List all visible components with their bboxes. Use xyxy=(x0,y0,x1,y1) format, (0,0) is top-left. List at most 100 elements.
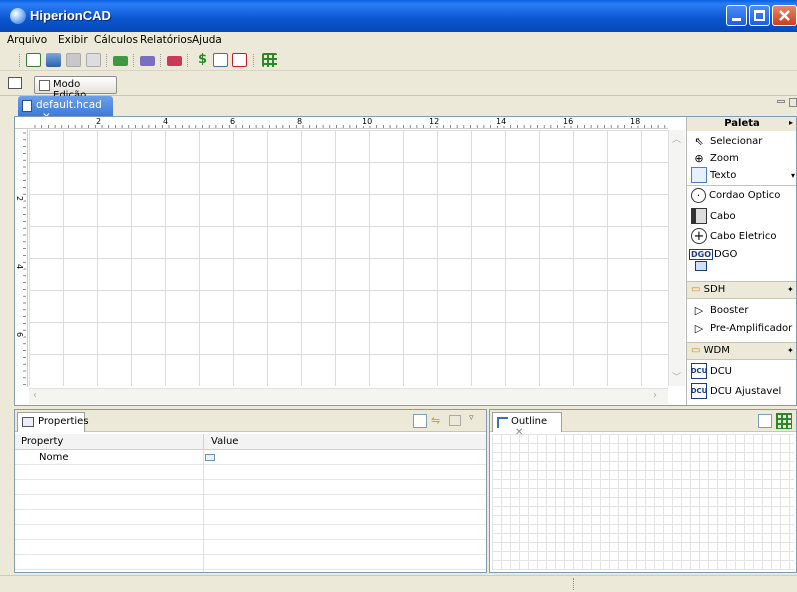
drawer-wdm[interactable]: ▭ WDM ✦ xyxy=(687,342,796,360)
folder-icon: ▭ xyxy=(691,284,701,295)
window-title: HiperionCAD xyxy=(30,8,111,23)
menu-arquivo[interactable]: Arquivo xyxy=(7,34,47,46)
title-bar: HiperionCAD xyxy=(0,0,797,32)
diagram-canvas[interactable] xyxy=(29,130,668,386)
rtf-icon[interactable] xyxy=(213,53,228,67)
palette-tool-texto[interactable]: Texto ▾ xyxy=(691,167,795,183)
green-box-icon[interactable] xyxy=(113,56,128,66)
status-bar xyxy=(0,575,797,592)
overview-icon[interactable] xyxy=(776,413,792,429)
maximize-view-icon[interactable] xyxy=(789,98,797,107)
save-icon[interactable] xyxy=(66,53,81,67)
maximize-button[interactable] xyxy=(749,5,770,26)
view-menu-icon[interactable]: ▿ xyxy=(469,413,474,423)
pdf-icon[interactable] xyxy=(232,53,247,67)
print-icon[interactable] xyxy=(86,53,101,67)
empty-row xyxy=(15,556,486,570)
open-perspective-icon[interactable] xyxy=(8,77,22,89)
tab-default-hcad[interactable]: default.hcad ✕ xyxy=(18,96,113,123)
palette-item-booster[interactable]: ▷ Booster xyxy=(691,302,749,318)
amplifier-icon: ▷ xyxy=(694,303,704,317)
toolbar-separator xyxy=(253,54,255,67)
horizontal-scrollbar[interactable]: ‹ › xyxy=(29,388,668,404)
mode-edit-button[interactable]: Modo Edição xyxy=(34,76,117,101)
scroll-up-icon[interactable]: ︿ xyxy=(672,132,682,145)
pin-icon[interactable]: ✦ xyxy=(787,285,794,294)
tab-properties[interactable]: Properties xyxy=(17,412,89,432)
scroll-right-icon[interactable]: › xyxy=(653,390,657,401)
preamp-icon: ▷ xyxy=(694,321,704,335)
minimize-button[interactable] xyxy=(726,5,747,26)
column-divider xyxy=(203,450,204,572)
palette-tool-selecionar[interactable]: ⇖ Selecionar xyxy=(691,133,762,149)
palette-menu-icon[interactable]: ▸ xyxy=(789,118,793,127)
palette-title: Paleta xyxy=(724,118,760,129)
grid-icon[interactable] xyxy=(262,53,277,67)
scroll-left-icon[interactable]: ‹ xyxy=(33,390,37,401)
palette-item-label: Cabo xyxy=(710,210,736,222)
purple-box-icon[interactable] xyxy=(140,56,155,66)
folder-icon: ▭ xyxy=(691,345,701,356)
menu-calculos[interactable]: Cálculos xyxy=(94,34,138,46)
palette-item-dgo[interactable]: DGO DGO xyxy=(689,249,738,271)
scroll-down-icon[interactable]: ﹀ xyxy=(672,370,682,383)
palette-item-cabo[interactable]: Cabo xyxy=(691,208,736,224)
table-row[interactable]: Nome xyxy=(15,451,486,465)
palette-item-label: Zoom xyxy=(710,152,739,164)
outline-panel: Outline ✕ xyxy=(489,409,797,573)
red-box-icon[interactable] xyxy=(167,56,182,66)
minimize-view-icon[interactable] xyxy=(777,100,785,103)
pin-icon[interactable]: ✦ xyxy=(787,346,794,355)
app-logo-icon xyxy=(10,8,26,24)
palette-item-label: DCU xyxy=(710,365,733,377)
zoom-icon: ⊕ xyxy=(694,151,704,165)
ruler-label-2: 2 xyxy=(96,117,102,126)
menu-ajuda[interactable]: Ajuda xyxy=(192,34,222,46)
menu-relatorios[interactable]: Relatórios xyxy=(140,34,192,46)
dgo-icon: DGO xyxy=(689,249,714,271)
new-diagram-icon[interactable] xyxy=(26,53,41,67)
ruler-label-10: 10 xyxy=(362,117,373,126)
toolbar-separator xyxy=(187,54,189,67)
palette-tool-zoom[interactable]: ⊕ Zoom xyxy=(691,150,739,166)
ruler-label-12: 12 xyxy=(429,117,440,126)
ruler-label-v2: 2 xyxy=(15,195,25,202)
filter-icon[interactable]: ⇋ xyxy=(431,414,445,428)
text-icon xyxy=(691,167,707,183)
palette-item-label: DGO xyxy=(714,249,738,260)
tree-view-icon[interactable] xyxy=(758,414,772,428)
column-property: Property xyxy=(21,436,64,447)
palette-header: Paleta ▸ xyxy=(687,117,796,131)
outline-overview[interactable] xyxy=(492,434,794,570)
open-icon[interactable] xyxy=(46,53,61,67)
ruler-label-14: 14 xyxy=(496,117,507,126)
drawer-label: SDH xyxy=(703,284,726,295)
status-separator xyxy=(573,578,574,590)
edit-mode-icon xyxy=(39,80,50,91)
editor-tab-bar xyxy=(14,98,797,116)
toolbar-grip xyxy=(19,54,21,67)
empty-row xyxy=(15,511,486,525)
categories-toggle-icon[interactable] xyxy=(413,414,427,428)
palette-item-dcu[interactable]: DCU DCU xyxy=(691,363,732,379)
palette-item-cabo-eletrico[interactable]: + Cabo Eletrico xyxy=(691,228,776,244)
close-window-button[interactable] xyxy=(772,5,797,26)
menu-exibir[interactable]: Exibir xyxy=(58,34,88,46)
dollar-icon[interactable]: $ xyxy=(195,53,210,67)
palette-item-label: Cabo Eletrico xyxy=(710,230,777,242)
tab-label: Properties xyxy=(38,416,89,427)
dgo-box xyxy=(695,261,707,271)
properties-table-header: Property Value xyxy=(15,434,486,450)
tab-outline[interactable]: Outline ✕ xyxy=(492,412,562,438)
ruler-label-18: 18 xyxy=(630,117,641,126)
tab-label: Outline xyxy=(511,416,548,427)
palette-item-cordao-optico[interactable]: · Cordao Optico xyxy=(691,188,780,203)
drawer-sdh[interactable]: ▭ SDH ✦ xyxy=(687,281,796,299)
palette-item-pre-amplificador[interactable]: ▷ Pre-Amplificador xyxy=(691,320,793,336)
edit-value-icon[interactable] xyxy=(205,454,215,461)
vertical-scrollbar[interactable]: ︿ ﹀ xyxy=(668,130,685,386)
ruler-label-6: 6 xyxy=(230,117,236,126)
file-icon xyxy=(22,100,32,112)
restore-default-icon[interactable] xyxy=(449,415,461,426)
palette-item-dcu-ajustavel[interactable]: DCU DCU Ajustavel xyxy=(691,383,781,399)
